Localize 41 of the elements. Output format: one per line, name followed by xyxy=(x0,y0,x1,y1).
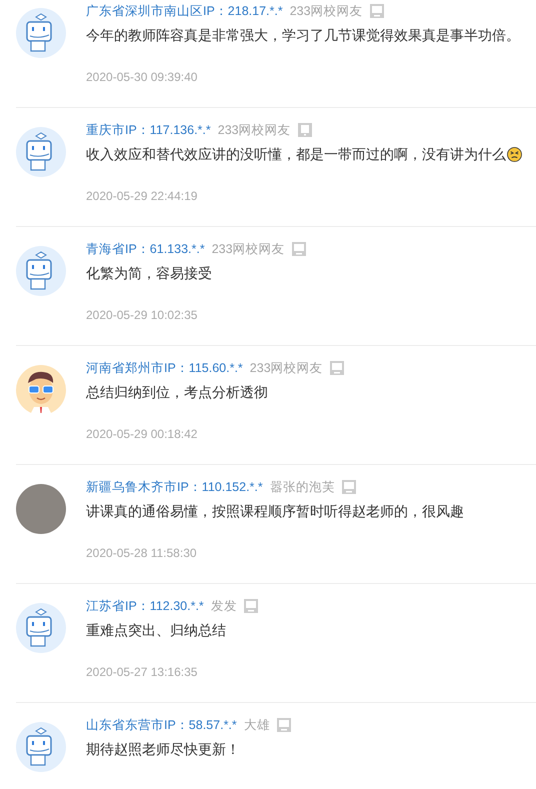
username: 发发 xyxy=(210,598,237,615)
username: 233网校网友 xyxy=(290,2,363,20)
robot-avatar-icon xyxy=(16,722,66,772)
monitor-icon xyxy=(342,480,356,494)
robot-avatar-icon xyxy=(16,8,66,58)
username: 233网校网友 xyxy=(250,360,323,377)
robot-avatar-icon xyxy=(16,603,66,653)
robot-avatar-icon xyxy=(16,127,66,177)
location-ip-link[interactable]: 新疆乌鲁木齐市IP：110.152.*.* xyxy=(86,478,263,496)
phone-icon xyxy=(298,123,312,137)
comment-text: 化繁为简，容易接受 xyxy=(86,264,212,282)
timestamp: 2020-05-29 00:18:42 xyxy=(86,426,198,443)
username: 大雄 xyxy=(244,716,270,734)
timestamp: 2020-05-29 10:02:35 xyxy=(86,307,198,324)
username: 嚣张的泡芙 xyxy=(270,478,335,496)
timestamp: 2020-05-27 13:16:35 xyxy=(86,664,198,681)
monitor-icon xyxy=(330,361,344,375)
location-ip-link[interactable]: 广东省深圳市南山区IP：218.17.*.* xyxy=(86,2,283,20)
location-ip-link[interactable]: 青海省IP：61.133.*.* xyxy=(86,240,205,258)
location-ip-link[interactable]: 河南省郑州市IP：115.60.*.* xyxy=(86,358,243,378)
comment-text: 收入效应和替代效应讲的没听懂，都是一带而过的啊，没有讲为什么 xyxy=(86,144,506,164)
robot-avatar-icon xyxy=(16,246,66,296)
comment-text: 重难点突出、归纳总结 xyxy=(86,620,226,640)
monitor-icon xyxy=(244,599,258,613)
cartoon-avatar-icon xyxy=(16,365,66,415)
location-ip-link[interactable]: 江苏省IP：112.30.*.* xyxy=(86,596,204,616)
monitor-icon xyxy=(276,718,291,732)
timestamp: 2020-05-28 11:58:30 xyxy=(86,545,198,562)
timestamp: 2020-05-30 09:39:40 xyxy=(86,69,198,86)
comment-text: 今年的教师阵容真是非常强大，学习了几节课觉得效果真是事半功倍。 xyxy=(86,26,520,44)
comment-text: 讲课真的通俗易懂，按照课程顺序暂时听得赵老师的，很风趣 xyxy=(86,502,464,520)
monitor-icon xyxy=(370,4,384,18)
comment-text: 期待赵照老师尽快更新！ xyxy=(86,740,240,758)
timestamp: 2020-05-29 22:44:19 xyxy=(86,188,198,205)
comment-text: 总结归纳到位，考点分析透彻 xyxy=(86,382,268,402)
location-ip-link[interactable]: 重庆市IP：117.136.*.* xyxy=(86,120,211,140)
monitor-icon xyxy=(292,242,306,256)
username: 233网校网友 xyxy=(218,122,291,139)
username: 233网校网友 xyxy=(212,240,285,258)
location-ip-link[interactable]: 山东省东营市IP：58.57.*.* xyxy=(86,716,237,734)
photo-placeholder xyxy=(16,484,66,534)
